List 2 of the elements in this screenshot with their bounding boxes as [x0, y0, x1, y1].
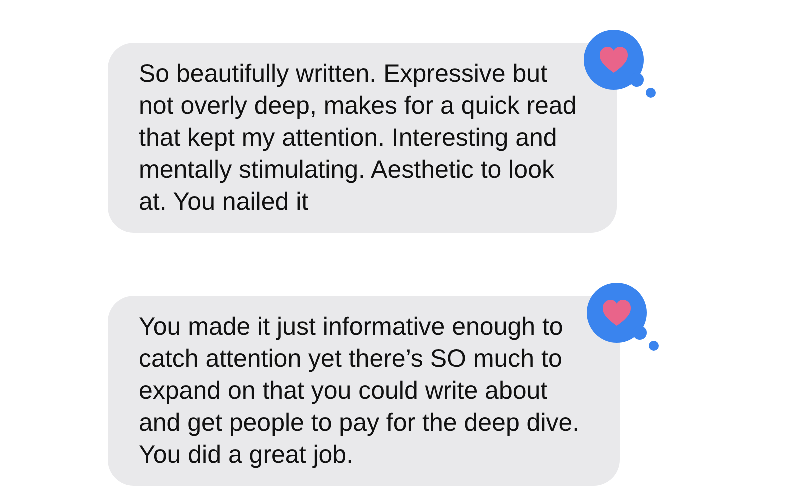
message-text: You made it just informative enough to catch attention yet there’s SO much to expand on that you could write about and get people to pay for the deep dive. You did a great job. — [139, 313, 580, 469]
message-text: So beautifully written. Expressive but not overly deep, makes for a quick read that kept my attention. Interesting and mentally stimulating. Aesthetic to look at. You nailed it — [139, 60, 577, 216]
